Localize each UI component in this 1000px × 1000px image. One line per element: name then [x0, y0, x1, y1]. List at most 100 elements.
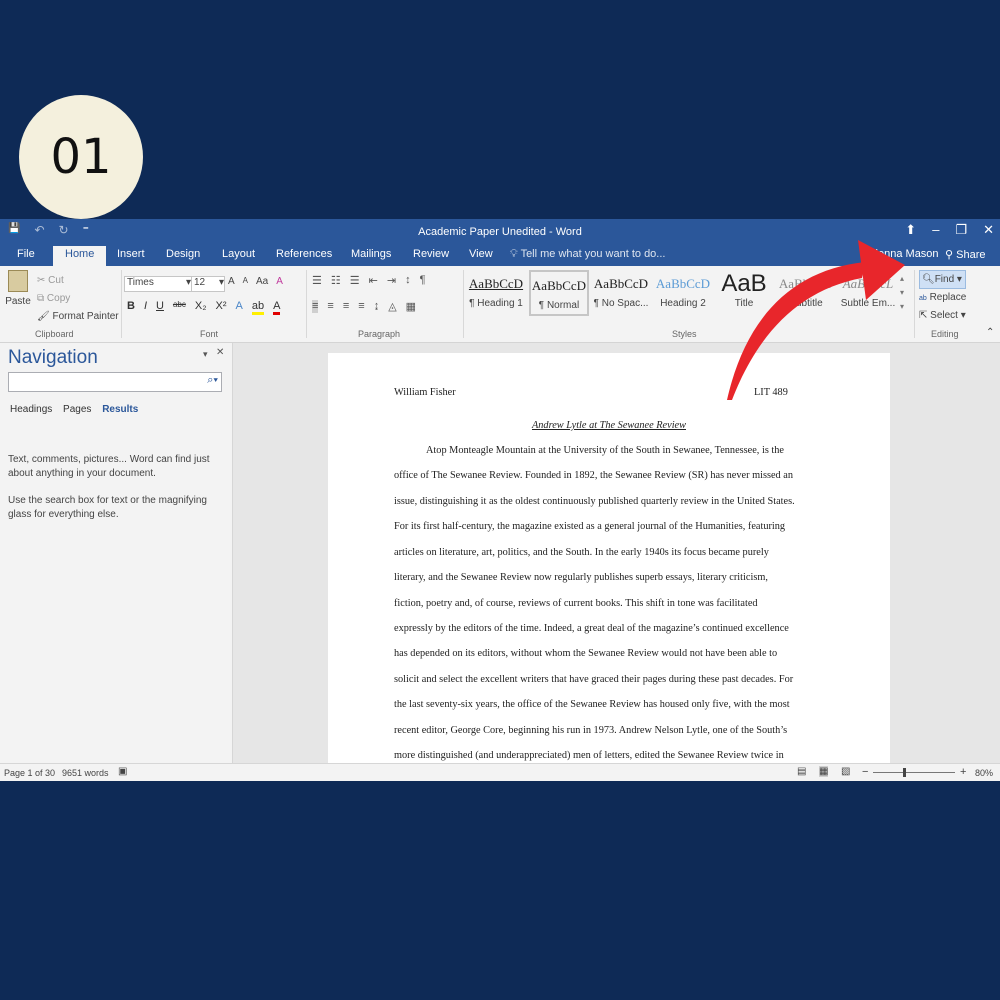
decrease-indent-icon[interactable]: ⇤ [369, 274, 378, 287]
highlight-icon[interactable]: ab [251, 300, 265, 315]
text-effects-icon[interactable]: A [235, 300, 242, 315]
borders-icon[interactable]: ▦ [406, 300, 416, 313]
italic-button[interactable]: I [144, 300, 147, 315]
scissors-icon: ✂ [37, 275, 46, 286]
tab-headings[interactable]: Headings [10, 404, 52, 415]
font-size-box[interactable]: 12 ▾ [191, 276, 225, 292]
align-center-icon[interactable]: ≡ [327, 300, 333, 313]
style-subtle-emphasis[interactable]: AaBbCcL Subtle Em... [838, 270, 898, 316]
navigation-help-text: Text, comments, pictures... Word can fin… [8, 454, 210, 479]
navigation-tabs: Headings Pages Results [10, 404, 138, 415]
tab-home[interactable]: Home [53, 246, 107, 266]
multilevel-list-icon[interactable]: ☰ [350, 274, 360, 287]
ribbon-display-options-icon[interactable]: ⬆ [905, 222, 916, 238]
align-right-icon[interactable]: ≡ [343, 300, 349, 313]
line-spacing-icon[interactable]: ↨ [374, 300, 380, 313]
page-count[interactable]: Page 1 of 30 [4, 768, 55, 778]
font-name-box[interactable]: Times ▾ [124, 276, 192, 292]
tab-pages[interactable]: Pages [63, 404, 91, 415]
bold-button[interactable]: B [127, 300, 135, 315]
zoom-in-button[interactable]: + [960, 766, 966, 778]
subscript-button[interactable]: X₂ [195, 300, 207, 315]
user-name[interactable]: Olenna Mason [867, 248, 939, 260]
font-color-icon[interactable]: A [273, 300, 281, 315]
shrink-font-button[interactable]: A [243, 276, 248, 287]
justify-icon[interactable]: ≡ [358, 300, 364, 313]
search-input[interactable]: ⌕▾ [8, 372, 222, 392]
zoom-thumb[interactable] [903, 768, 906, 777]
find-button[interactable]: 🔍︎Find ▾ [919, 270, 967, 289]
paste-button[interactable]: Paste [5, 270, 31, 307]
copy-icon: ⧉ [37, 293, 45, 304]
paste-label: Paste [5, 296, 31, 307]
replace-button[interactable]: ab Replace [919, 289, 966, 307]
increase-indent-icon[interactable]: ⇥ [387, 274, 396, 287]
numbering-icon[interactable]: ☷ [331, 274, 341, 287]
tab-design[interactable]: Design [166, 248, 200, 260]
divider [306, 270, 307, 338]
search-icon[interactable]: ⌕▾ [207, 374, 218, 387]
step-number: 01 [50, 129, 112, 185]
close-pane-icon[interactable]: ✕ [216, 347, 224, 358]
print-layout-icon[interactable]: ▦ [819, 766, 829, 777]
strikethrough-button[interactable]: abc [173, 300, 186, 315]
clipboard-icon [8, 270, 28, 292]
underline-button[interactable]: U [156, 300, 164, 315]
zoom-level[interactable]: 80% [975, 768, 993, 778]
document-page[interactable]: William Fisher LIT 489 Andrew Lytle at T… [328, 353, 890, 763]
select-label: Select [930, 310, 958, 321]
tab-references[interactable]: References [276, 248, 332, 260]
clear-formatting-icon[interactable]: A [276, 276, 283, 287]
navigation-pane: Navigation ▾ ✕ ⌕▾ Headings Pages Results… [0, 343, 233, 763]
bullets-icon[interactable]: ☰ [312, 274, 322, 287]
style-no-spacing[interactable]: AaBbCcD ¶ No Spac... [591, 270, 651, 316]
restore-button[interactable]: ❐ [955, 222, 967, 238]
body-line: For its first half-century, the magazine… [394, 521, 786, 532]
navigation-help-text: Use the search box for text or the magni… [8, 495, 207, 520]
pane-options-icon[interactable]: ▾ [203, 349, 208, 360]
web-layout-icon[interactable]: ▧ [841, 766, 850, 777]
tab-insert[interactable]: Insert [117, 248, 145, 260]
close-button[interactable]: ✕ [983, 222, 994, 238]
minimize-button[interactable]: – [932, 222, 939, 238]
shading-icon[interactable]: ◬ [388, 300, 396, 313]
align-left-icon[interactable]: ≡ [312, 300, 319, 313]
font-group-label: Font [200, 329, 219, 339]
word-count[interactable]: 9651 words [62, 768, 109, 778]
style-subtitle[interactable]: AaBbCcD Subtitle [776, 270, 836, 316]
zoom-out-button[interactable]: − [862, 766, 868, 778]
style-title[interactable]: AaB Title [714, 270, 774, 316]
share-button[interactable]: ⚲ Share [945, 248, 985, 261]
style-heading-2[interactable]: AaBbCcD Heading 2 [653, 270, 713, 316]
copy-button[interactable]: ⧉ Copy [37, 290, 119, 308]
style-normal[interactable]: AaBbCcD ¶ Normal [529, 270, 589, 316]
show-marks-button[interactable]: ¶ [420, 274, 426, 287]
paragraph-group-label: Paragraph [358, 329, 401, 339]
zoom-slider[interactable] [873, 768, 955, 777]
style-heading-1[interactable]: AaBbCcD ¶ Heading 1 [466, 270, 526, 316]
title-bar: 💾 ↶ ↻ ⁼ Academic Paper Unedited - Word ⬆… [0, 219, 1000, 244]
select-button[interactable]: ⇱ Select ▾ [919, 307, 966, 324]
tab-layout[interactable]: Layout [222, 248, 255, 260]
tab-file[interactable]: File [17, 248, 35, 260]
style-name: Subtitle [789, 298, 823, 309]
tab-review[interactable]: Review [413, 248, 449, 260]
superscript-button[interactable]: X² [215, 300, 226, 315]
styles-scroll[interactable]: ▴ ▾ ▾ [900, 272, 904, 314]
divider [463, 270, 464, 338]
style-name: ¶ No Spac... [593, 298, 649, 309]
style-sample: AaBbCcL [842, 276, 894, 291]
change-case-button[interactable]: Aa [256, 276, 268, 287]
sort-icon[interactable]: ↕ [405, 274, 411, 287]
cut-button[interactable]: ✂ Cut [37, 272, 119, 290]
grow-font-button[interactable]: A [228, 276, 235, 287]
collapse-ribbon-icon[interactable]: ⌃ [986, 327, 994, 338]
tab-results[interactable]: Results [102, 404, 138, 415]
tell-me-box[interactable]: 💡︎ Tell me what you want to do... [510, 248, 665, 261]
format-painter-button[interactable]: 🖌︎ Format Painter [37, 308, 119, 326]
tab-mailings[interactable]: Mailings [351, 248, 391, 260]
tab-view[interactable]: View [469, 248, 493, 260]
lightbulb-icon: 💡︎ [510, 248, 518, 260]
read-mode-icon[interactable]: ▤ [797, 766, 806, 777]
proofing-icon[interactable]: ▣ [118, 766, 127, 777]
